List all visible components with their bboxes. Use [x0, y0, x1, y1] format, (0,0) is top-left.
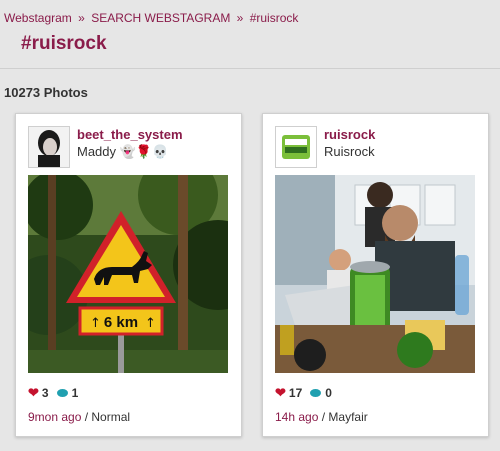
post-time-link[interactable]: 14h ago — [275, 410, 318, 424]
post-meta: 14h ago / Mayfair — [275, 410, 368, 424]
breadcrumb-search[interactable]: SEARCH WEBSTAGRAM — [91, 11, 230, 25]
breadcrumb-webstagram[interactable]: Webstagram — [4, 11, 72, 25]
filter-name: Mayfair — [328, 410, 368, 424]
post-stats: ❤ 3 1 — [28, 385, 78, 401]
post-photo[interactable]: 6 km ↑ ↑ — [28, 175, 228, 373]
username-link[interactable]: ruisrock — [324, 127, 375, 142]
comment-count: 0 — [325, 386, 332, 400]
sign-text: 6 km — [104, 314, 138, 331]
full-name: Maddy 👻🌹💀 — [77, 144, 169, 159]
photo-count: 10273 Photos — [4, 85, 88, 100]
filter-name: Normal — [91, 410, 131, 424]
post-card: ruisrock Ruisrock ❤ 17 0 14h ago / Mayfa… — [262, 113, 489, 437]
svg-text:↑: ↑ — [145, 316, 156, 331]
comment-bubble-icon[interactable] — [310, 389, 322, 397]
avatar[interactable] — [275, 126, 317, 168]
breadcrumb: Webstagram » SEARCH WEBSTAGRAM » #ruisro… — [4, 11, 298, 25]
svg-text:↑: ↑ — [90, 316, 101, 331]
breadcrumb-separator: » — [236, 11, 244, 25]
comment-count: 1 — [71, 386, 79, 400]
breadcrumb-hashtag[interactable]: #ruisrock — [250, 11, 299, 25]
avatar[interactable] — [28, 126, 70, 168]
like-count: 17 — [288, 386, 303, 400]
full-name: Ruisrock — [324, 144, 375, 159]
post-stats: ❤ 17 0 — [275, 385, 332, 401]
header-divider — [0, 68, 500, 69]
post-meta: 9mon ago / Normal — [28, 410, 130, 424]
breadcrumb-separator: » — [78, 11, 85, 25]
post-card: beet_the_system Maddy 👻🌹💀 6 km ↑ ↑ ❤ 3 1 — [15, 113, 242, 437]
heart-icon[interactable]: ❤ — [275, 385, 286, 401]
username-link[interactable]: beet_the_system — [77, 127, 183, 142]
post-time-link[interactable]: 9mon ago — [28, 410, 81, 424]
like-count: 3 — [41, 386, 49, 400]
page-title: #ruisrock — [21, 33, 107, 54]
post-photo[interactable] — [275, 175, 475, 373]
heart-icon[interactable]: ❤ — [28, 385, 39, 401]
comment-bubble-icon[interactable] — [56, 389, 68, 397]
